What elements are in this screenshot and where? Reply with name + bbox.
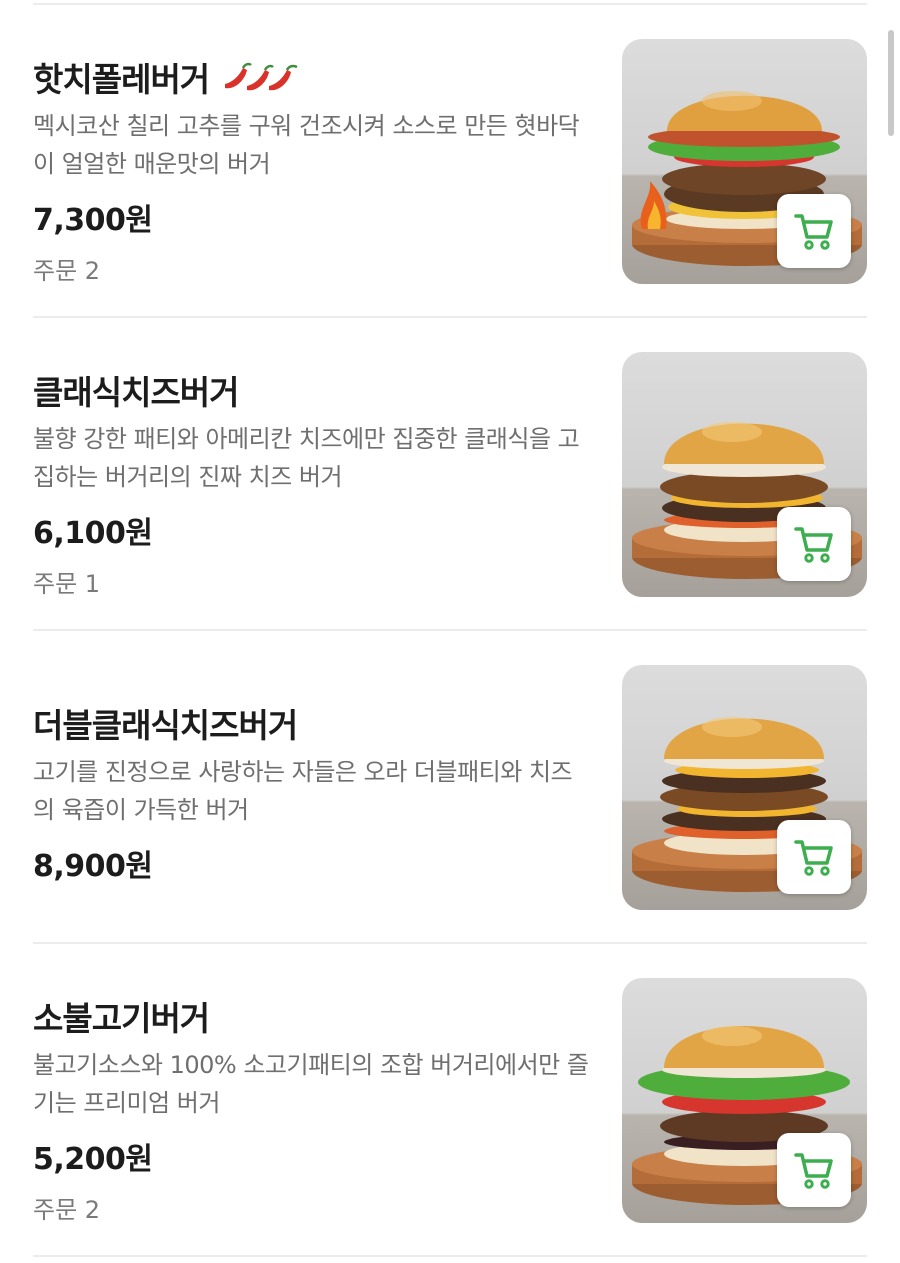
- scrollbar[interactable]: [888, 30, 894, 136]
- add-to-cart-button[interactable]: [777, 194, 851, 268]
- name-row: 소불고기버거: [33, 994, 593, 1038]
- menu-item-price: 6,100원: [33, 516, 153, 551]
- cart-icon: [794, 1153, 833, 1189]
- burger-image[interactable]: [622, 978, 867, 1223]
- burger-image[interactable]: [622, 665, 867, 910]
- menu-item-name: 핫치폴레버거: [33, 60, 210, 99]
- name-row: 클래식치즈버거: [33, 368, 593, 412]
- add-to-cart-button[interactable]: [777, 507, 851, 581]
- menu-item-price: 7,300원: [33, 203, 153, 238]
- burger-image[interactable]: [622, 352, 867, 597]
- menu-item-price: 8,900원: [33, 849, 153, 884]
- menu-item-description: 불향 강한 패티와 아메리칸 치즈에만 집중한 클래식을 고집하는 버거리의 진…: [33, 425, 580, 491]
- burger-image[interactable]: [622, 39, 867, 284]
- menu-item-info: 더블클래식치즈버거 고기를 진정으로 사랑하는 자들은 오라 더블패티와 치즈의…: [33, 701, 593, 885]
- menu-item-classic-cheese[interactable]: 클래식치즈버거 불향 강한 패티와 아메리칸 치즈에만 집중한 클래식을 고집하…: [33, 318, 867, 631]
- menu-item-double-classic-cheese[interactable]: 더블클래식치즈버거 고기를 진정으로 사랑하는 자들은 오라 더블패티와 치즈의…: [33, 631, 867, 944]
- menu-item-order-count: 주문 2: [33, 1196, 101, 1224]
- name-row: 더블클래식치즈버거: [33, 701, 593, 745]
- menu-item-order-count: 주문 1: [33, 570, 101, 598]
- cart-icon: [794, 840, 833, 876]
- menu-item-order-count: 주문 2: [33, 257, 101, 285]
- menu-item-name: 소불고기버거: [33, 999, 210, 1038]
- menu-item-info: 소불고기버거 불고기소스와 100% 소고기패티의 조합 버거리에서만 즐기는 …: [33, 994, 593, 1225]
- menu-item-price: 5,200원: [33, 1142, 153, 1177]
- menu-item-description: 고기를 진정으로 사랑하는 자들은 오라 더블패티와 치즈의 육즙이 가득한 버…: [33, 758, 573, 824]
- item-divider: [33, 1255, 867, 1257]
- menu-item-description: 멕시코산 칠리 고추를 구워 건조시켜 소스로 만든 혓바닥이 얼얼한 매운맛의…: [33, 112, 580, 178]
- menu-item-description: 불고기소스와 100% 소고기패티의 조합 버거리에서만 즐기는 프리미엄 버거: [33, 1051, 589, 1117]
- menu-item-info: 클래식치즈버거 불향 강한 패티와 아메리칸 치즈에만 집중한 클래식을 고집하…: [33, 368, 593, 599]
- menu-item-hot-chipotle[interactable]: 핫치폴레버거 멕시코산 칠리 고추를 구워 건조시켜 소스로 만든 혓바닥이 얼…: [33, 5, 867, 318]
- menu-item-name: 클래식치즈버거: [33, 373, 240, 412]
- add-to-cart-button[interactable]: [777, 1133, 851, 1207]
- cart-icon: [794, 527, 833, 563]
- add-to-cart-button[interactable]: [777, 820, 851, 894]
- cart-icon: [794, 214, 833, 250]
- menu-item-name: 더블클래식치즈버거: [33, 706, 298, 745]
- name-row: 핫치폴레버거: [33, 55, 593, 99]
- chili-pepper-icon: [225, 62, 298, 91]
- menu-item-info: 핫치폴레버거 멕시코산 칠리 고추를 구워 건조시켜 소스로 만든 혓바닥이 얼…: [33, 55, 593, 286]
- menu-item-bulgogi[interactable]: 소불고기버거 불고기소스와 100% 소고기패티의 조합 버거리에서만 즐기는 …: [33, 944, 867, 1257]
